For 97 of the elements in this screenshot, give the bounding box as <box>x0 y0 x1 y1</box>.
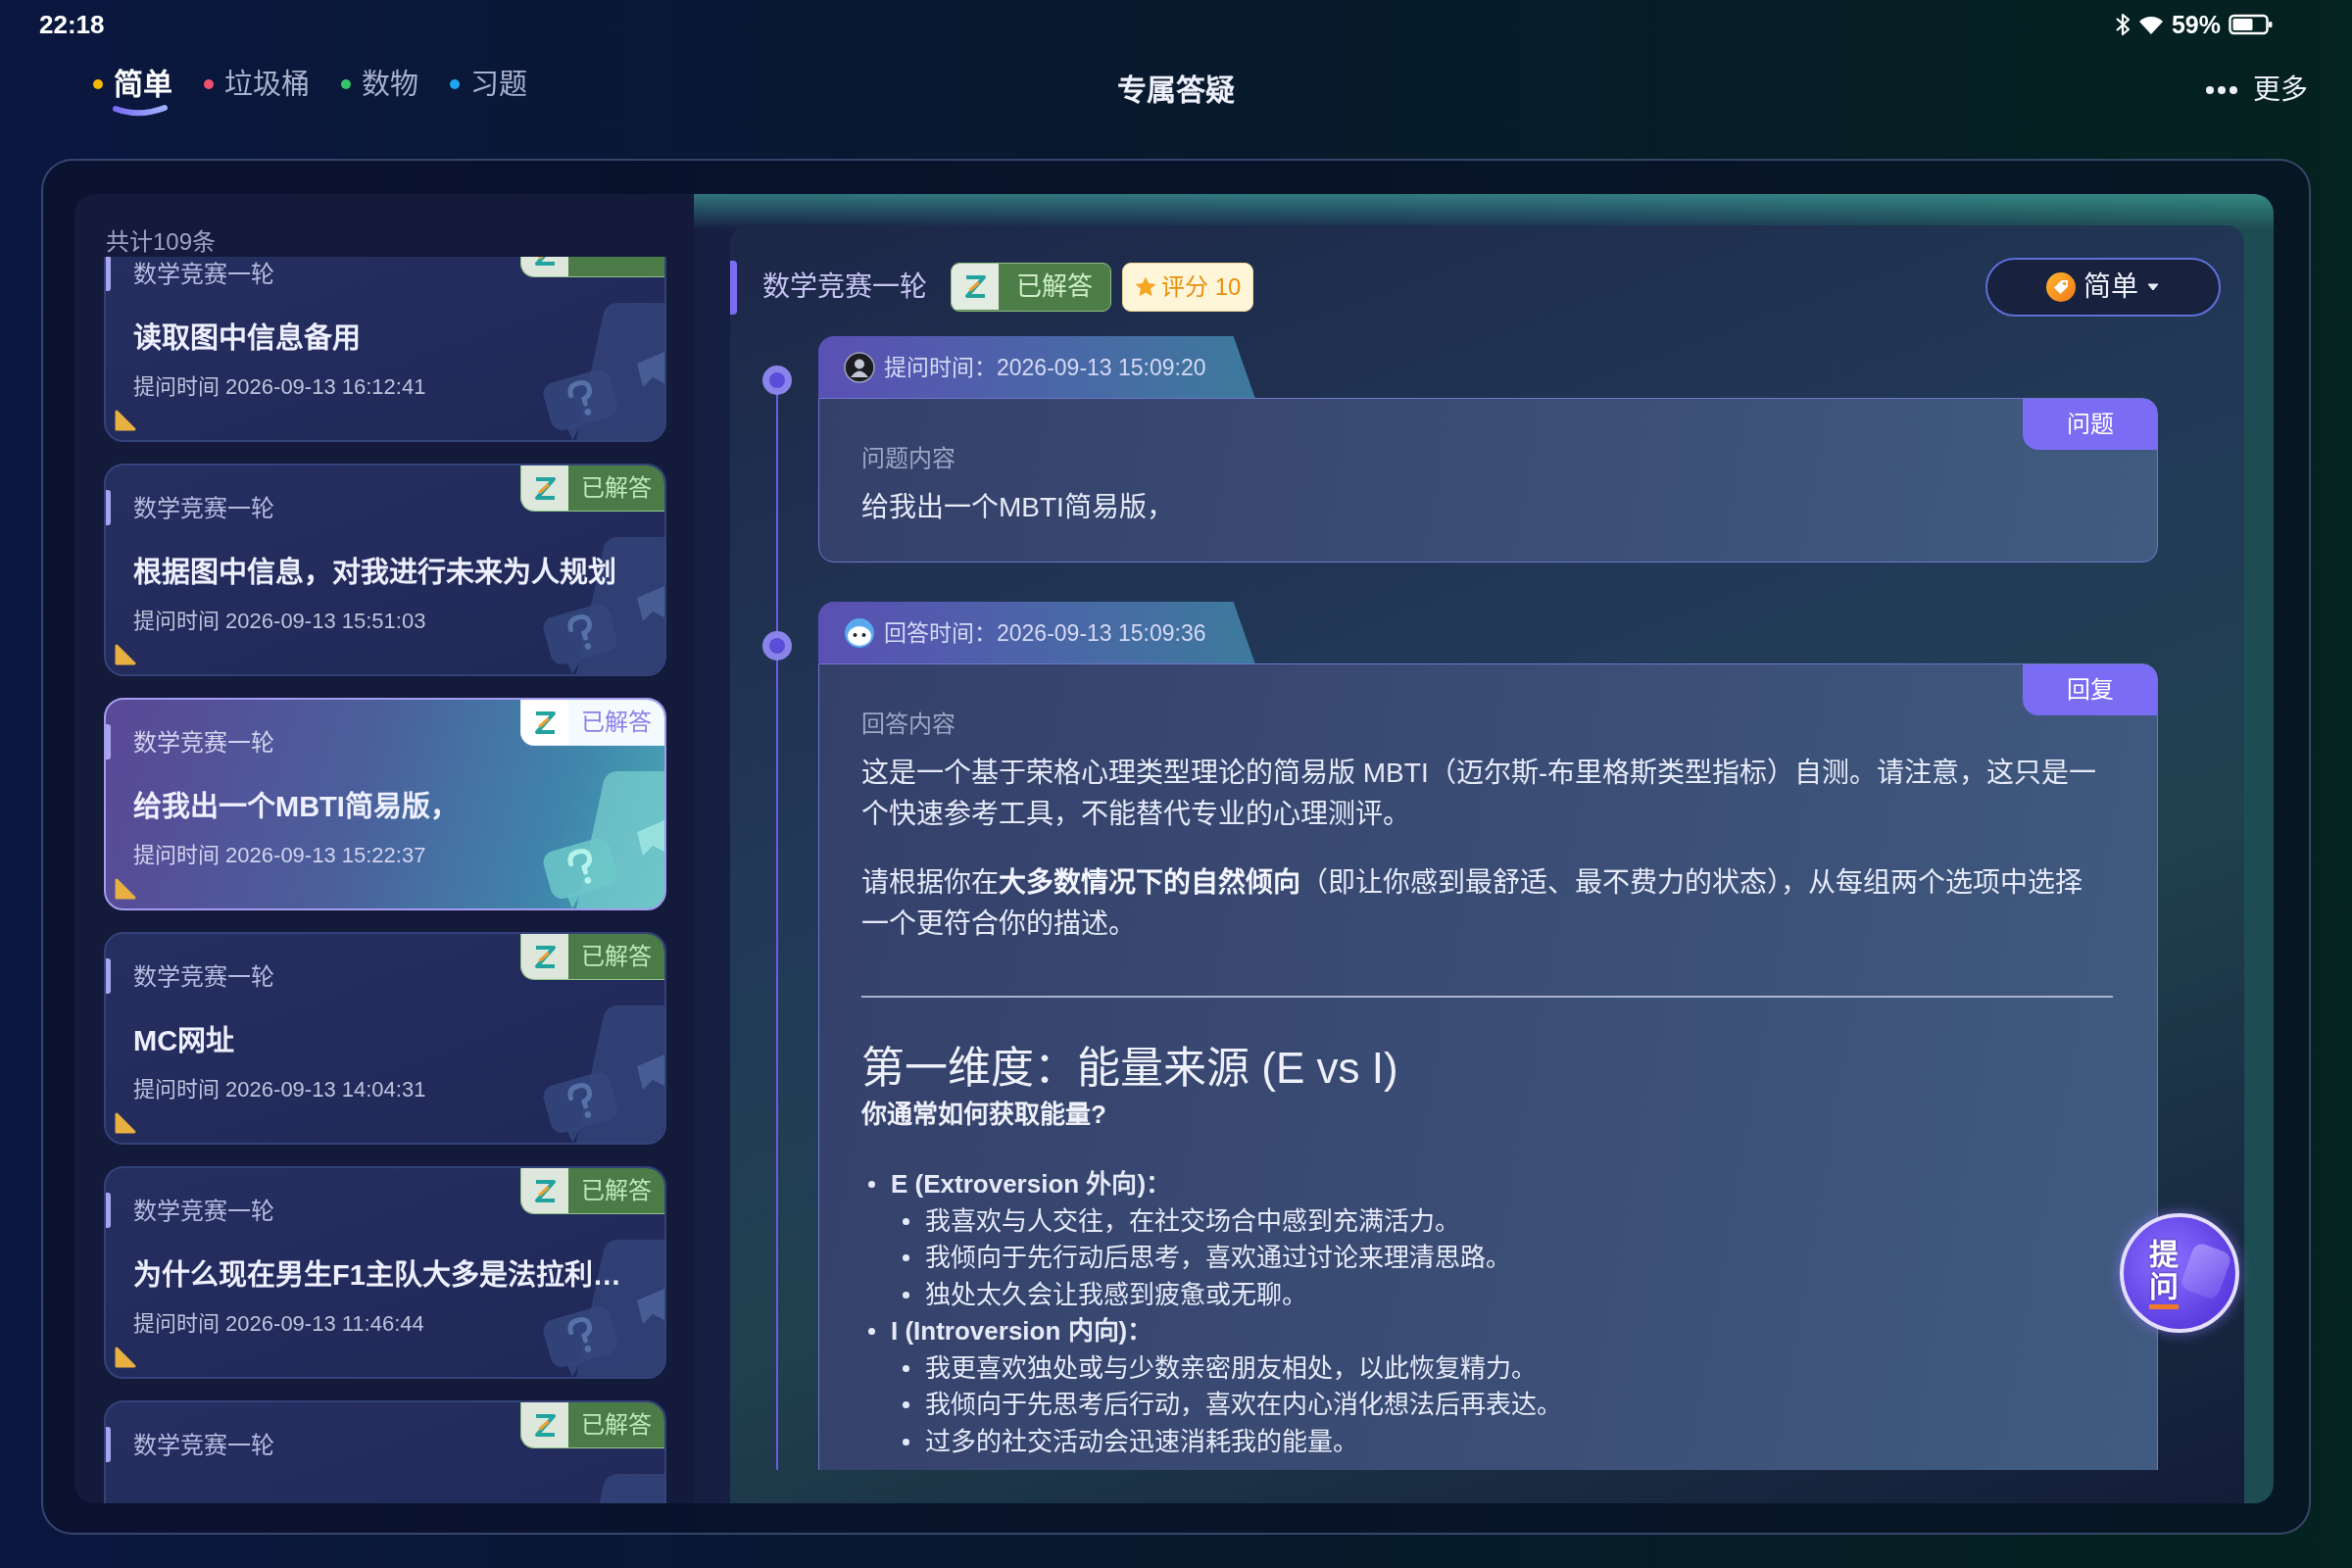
entry-time: 回答时间：2026-09-13 15:09:36 <box>884 618 1206 648</box>
list-item-text: 我倾向于先行动后思考，喜欢通过讨论来理清思路。 <box>925 1242 1511 1274</box>
category-tab[interactable]: 数物 <box>341 65 418 118</box>
question-text: 给我出一个MBTI简易版， <box>861 491 1175 524</box>
question-item-card[interactable]: 数学竞赛一轮 已解答 <box>104 1400 666 1503</box>
accent-bar <box>730 260 737 315</box>
question-title: 给我出一个MBTI简易版， <box>133 790 459 824</box>
bullet-icon <box>903 1401 909 1409</box>
clock-time: 22:18 <box>39 10 105 39</box>
bullet-icon <box>903 1364 909 1372</box>
answer-paragraph: 请根据你在大多数情况下的自然倾向（即让你感到最舒适、最不费力的状态），从每组两个选项中选择一个更符合你的描述。 <box>861 866 2083 941</box>
bullet-icon <box>903 1291 909 1298</box>
list-item-text: 过多的社交活动会迅速消耗我的能量。 <box>925 1425 1358 1458</box>
corner-triangle-icon <box>115 1112 136 1134</box>
page-title: 专属答疑 <box>1117 73 1235 108</box>
z-mark-icon <box>521 1402 568 1447</box>
bluetooth-icon <box>2114 12 2131 37</box>
answer-tag: 回复 <box>2023 664 2157 715</box>
question-time: 提问时间 2026-09-13 16:12:41 <box>133 373 426 401</box>
status-text: 已解答 <box>1015 270 1094 303</box>
list-item-text: 我倾向于先思考后行动，喜欢在内心消化想法后再表达。 <box>925 1389 1562 1421</box>
caret-icon <box>2146 282 2160 292</box>
category-tab[interactable]: 简单 <box>93 65 172 118</box>
content-label: 问题内容 <box>861 444 956 473</box>
wifi-icon <box>2137 14 2164 35</box>
timeline-dot-icon <box>761 630 793 662</box>
accent-bar <box>106 257 111 291</box>
star-icon <box>1135 276 1156 298</box>
question-title: MC网址 <box>133 1024 235 1058</box>
question-item-card[interactable]: 数学竞赛一轮 MC网址 提问时间 2026-09-13 14:04:31 已解答 <box>104 932 666 1145</box>
list-item-text: E (Extroversion 外向)： <box>891 1168 1172 1200</box>
question-time: 提问时间 2026-09-13 14:04:31 <box>133 1076 426 1103</box>
question-time: 提问时间 2026-09-13 11:46:44 <box>133 1310 424 1338</box>
tag-icon <box>2046 272 2076 302</box>
more-icon <box>2205 85 2238 95</box>
status-text: 已解答 <box>580 1410 653 1440</box>
tab-underline-icon <box>112 104 169 118</box>
section-subheading: 你通常如何获取能量? <box>861 1099 1106 1131</box>
entry-time: 提问时间：2026-09-13 15:09:20 <box>884 353 1206 382</box>
question-item-card[interactable]: 数学竞赛一轮 给我出一个MBTI简易版， 提问时间 2026-09-13 15:22:37 已解答 <box>104 698 666 910</box>
answer-paragraph: 这是一个基于荣格心理类型理论的简易版 MBTI（迈尔斯-布里格斯类型指标）自测。请注意，这只是一个快速参考工具，不能替代专业的心理测评。 <box>861 757 2097 831</box>
list-item-text: 我喜欢与人交往，在社交场合中感到充满活力。 <box>925 1204 1460 1238</box>
total-count: 共计109条 <box>106 227 217 257</box>
corner-triangle-icon <box>115 1347 136 1368</box>
question-time: 提问时间 2026-09-13 15:51:03 <box>133 608 426 635</box>
question-category: 数学竞赛一轮 <box>133 1431 274 1460</box>
z-mark-icon <box>952 264 999 310</box>
avatar-icon <box>844 351 875 383</box>
corner-triangle-icon <box>115 410 136 431</box>
section-heading: 第一维度：能量来源 (E vs I) <box>861 1043 1398 1094</box>
question-time: 提问时间 2026-09-13 15:22:37 <box>133 842 426 869</box>
question-tag: 问题 <box>2023 399 2157 450</box>
z-mark-icon <box>521 1168 568 1213</box>
question-title: 读取图中信息备用 <box>133 320 361 356</box>
status-text: 已解答 <box>580 1176 653 1205</box>
z-mark-icon <box>521 466 568 511</box>
bullet-icon <box>903 1254 909 1262</box>
list-item-text: 我更喜欢独处或与少数亲密朋友相处，以此恢复精力。 <box>925 1351 1537 1385</box>
category-tab[interactable]: 垃圾桶 <box>204 65 310 118</box>
question-title: 根据图中信息，对我进行未来为人规划 <box>133 555 616 590</box>
category-tab[interactable]: 习题 <box>450 65 527 118</box>
content-label: 回答内容 <box>861 710 956 739</box>
accent-bar <box>106 490 111 525</box>
list-item-text: 独处太久会让我感到疲惫或无聊。 <box>925 1278 1307 1311</box>
bullet-icon <box>868 1181 875 1189</box>
status-text: 已解答 <box>580 708 653 737</box>
accent-bar <box>106 1427 111 1462</box>
battery-percent: 59% <box>2171 10 2221 39</box>
battery-icon <box>2229 13 2274 36</box>
mascot-face-icon <box>844 616 875 649</box>
question-category: 数学竞赛一轮 <box>762 270 927 304</box>
question-item-card[interactable]: 数学竞赛一轮 根据图中信息，对我进行未来为人规划 提问时间 2026-09-13 15:51:03 已解答 <box>104 464 666 676</box>
corner-triangle-icon <box>115 644 136 665</box>
rating-text: 评分 10 <box>1161 272 1242 302</box>
difficulty-dropdown[interactable]: 简单 <box>1985 258 2221 317</box>
bullet-icon <box>903 1217 909 1225</box>
more-button[interactable]: 更多 <box>2205 71 2308 110</box>
status-text: 已解答 <box>580 942 653 971</box>
question-category: 数学竞赛一轮 <box>133 1197 274 1226</box>
question-category: 数学竞赛一轮 <box>133 494 274 523</box>
bullet-icon <box>868 1328 875 1336</box>
z-mark-icon <box>521 934 568 979</box>
status-text: 已解答 <box>580 473 653 503</box>
question-category: 数学竞赛一轮 <box>133 260 274 289</box>
list-item-text: I (Introversion 内向)： <box>891 1315 1153 1348</box>
accent-bar <box>106 958 111 994</box>
timeline-dot-icon <box>761 365 793 396</box>
bullet-icon <box>903 1438 909 1446</box>
corner-triangle-icon <box>115 878 136 900</box>
accent-bar <box>106 724 111 760</box>
question-item-card[interactable]: 数学竞赛一轮 读取图中信息备用 提问时间 2026-09-13 16:12:41 <box>104 257 666 442</box>
question-category: 数学竞赛一轮 <box>133 962 274 992</box>
question-item-card[interactable]: 数学竞赛一轮 为什么现在男生F1主队大多是法拉利… 提问时间 2026-09-13 11:46:44 已解答 <box>104 1166 666 1379</box>
question-category: 数学竞赛一轮 <box>133 728 274 758</box>
question-title: 为什么现在男生F1主队大多是法拉利… <box>133 1258 621 1293</box>
accent-bar <box>106 1193 111 1228</box>
z-mark-icon <box>521 700 568 745</box>
